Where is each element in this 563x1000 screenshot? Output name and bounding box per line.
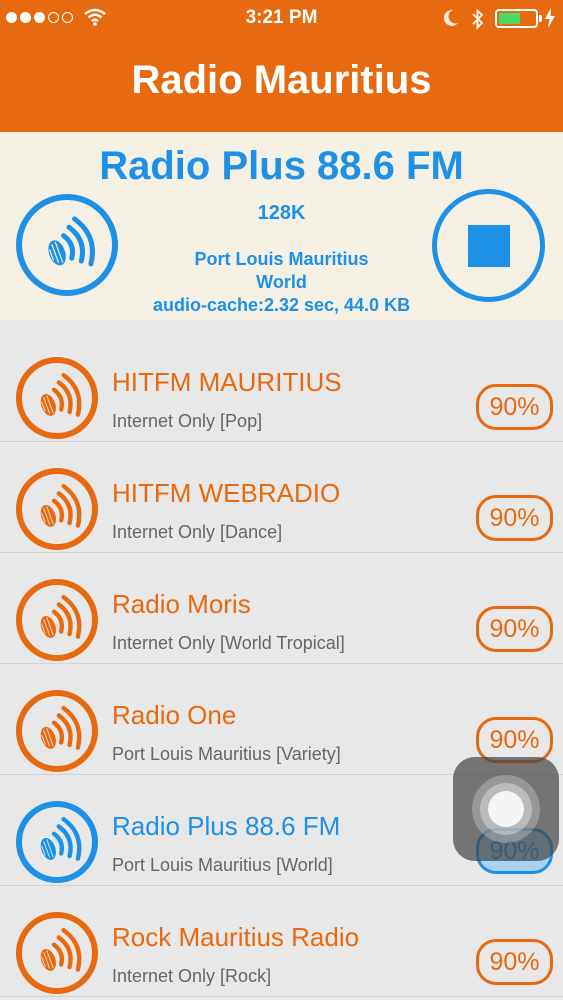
- station-name: Rock Mauritius Radio: [112, 922, 360, 952]
- station-row[interactable]: HITFM MAURITIUS Internet Only [Pop] 90%: [0, 331, 563, 442]
- station-subtitle: Port Louis Mauritius [World]: [112, 855, 333, 875]
- station-signal-badge: 90%: [476, 384, 553, 430]
- now-playing-panel: Radio Plus 88.6 FM 128K Port Louis Mauri…: [0, 132, 563, 320]
- battery-icon: [495, 9, 538, 28]
- station-icon: [16, 468, 98, 550]
- station-row[interactable]: Rock Mauritius Radio Internet Only [Rock…: [0, 886, 563, 997]
- station-signal-badge: 90%: [476, 939, 553, 985]
- station-subtitle: Internet Only [Dance]: [112, 522, 283, 542]
- station-subtitle: Port Louis Mauritius [Variety]: [112, 744, 341, 764]
- stop-button[interactable]: [432, 189, 545, 302]
- status-bar: 3:21 PM: [0, 0, 563, 38]
- station-signal-badge: 90%: [476, 495, 553, 541]
- station-subtitle: Internet Only [Pop]: [112, 411, 263, 431]
- speaker-icon: [40, 372, 82, 417]
- station-name: HITFM MAURITIUS: [112, 367, 342, 397]
- station-list: HITFM MAURITIUS Internet Only [Pop] 90% …: [0, 320, 563, 1000]
- do-not-disturb-icon: [443, 9, 458, 26]
- speaker-icon: [40, 927, 82, 972]
- now-playing-speaker-button[interactable]: [16, 194, 118, 296]
- station-name: Radio One: [112, 700, 237, 730]
- station-row[interactable]: Radio Moris Internet Only [World Tropica…: [0, 553, 563, 664]
- speaker-icon: [40, 483, 82, 528]
- speaker-icon: [48, 216, 95, 267]
- station-icon: [16, 579, 98, 661]
- station-signal-badge: 90%: [476, 606, 553, 652]
- speaker-icon: [40, 816, 82, 861]
- app-header: 3:21 PM Radio Mauritius: [0, 0, 563, 132]
- now-playing-station: Radio Plus 88.6 FM: [99, 144, 464, 188]
- page-title: Radio Mauritius: [131, 58, 432, 102]
- station-icon: [16, 912, 98, 994]
- stop-icon: [468, 225, 510, 267]
- assistive-touch-button[interactable]: [453, 757, 559, 861]
- charging-icon: [545, 8, 555, 28]
- station-subtitle: Internet Only [Rock]: [112, 966, 272, 986]
- station-row[interactable]: HITFM WEBRADIO Internet Only [Dance] 90%: [0, 442, 563, 553]
- station-icon: [16, 357, 98, 439]
- station-subtitle: Internet Only [World Tropical]: [112, 633, 345, 653]
- station-name: Radio Plus 88.6 FM: [112, 811, 341, 841]
- station-icon: [16, 690, 98, 772]
- station-name: HITFM WEBRADIO: [112, 478, 341, 508]
- station-icon: [16, 801, 98, 883]
- station-name: Radio Moris: [112, 589, 251, 619]
- speaker-icon: [40, 705, 82, 750]
- speaker-icon: [40, 594, 82, 639]
- bluetooth-icon: [472, 8, 484, 30]
